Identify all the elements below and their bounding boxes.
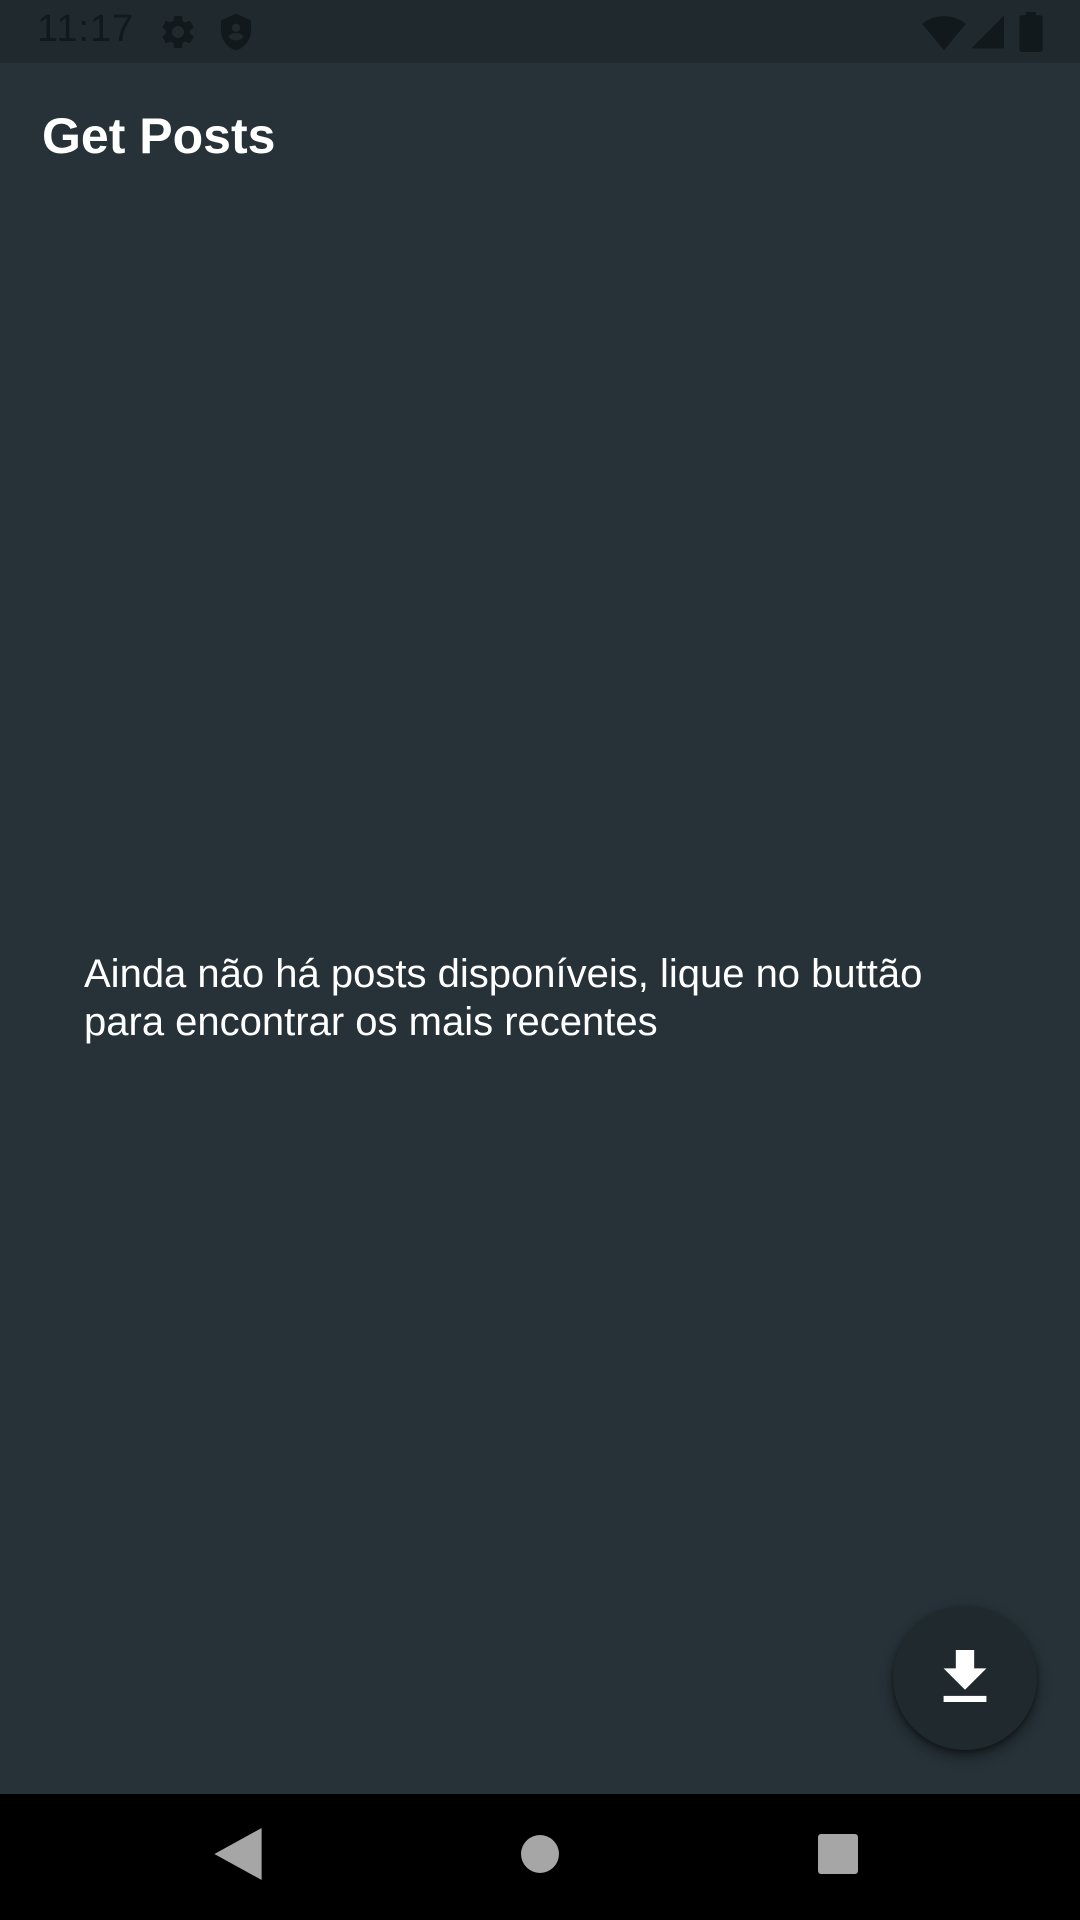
- page-title: Get Posts: [42, 108, 276, 164]
- back-button[interactable]: [202, 1820, 274, 1892]
- recents-button[interactable]: [802, 1820, 874, 1892]
- status-time: 11:17: [37, 8, 135, 50]
- back-icon: [213, 1827, 263, 1885]
- battery-icon: [1018, 12, 1058, 52]
- download-icon: [942, 1649, 988, 1707]
- status-bar: 11:17: [0, 0, 1080, 63]
- app-screen: 11:17 Get Posts Ainda não há posts dispo…: [0, 0, 1080, 1920]
- shield-icon: [216, 12, 256, 52]
- app-bar: Get Posts: [0, 63, 1080, 210]
- wifi-icon: [922, 12, 966, 52]
- navigation-bar: [0, 1794, 1080, 1920]
- home-icon: [520, 1834, 560, 1879]
- empty-state-message: Ainda não há posts disponíveis, lique no…: [84, 952, 923, 1044]
- recents-icon: [818, 1833, 858, 1879]
- home-button[interactable]: [504, 1820, 576, 1892]
- signal-icon: [968, 12, 1008, 52]
- download-posts-button[interactable]: [893, 1606, 1037, 1750]
- gear-icon: [158, 12, 198, 52]
